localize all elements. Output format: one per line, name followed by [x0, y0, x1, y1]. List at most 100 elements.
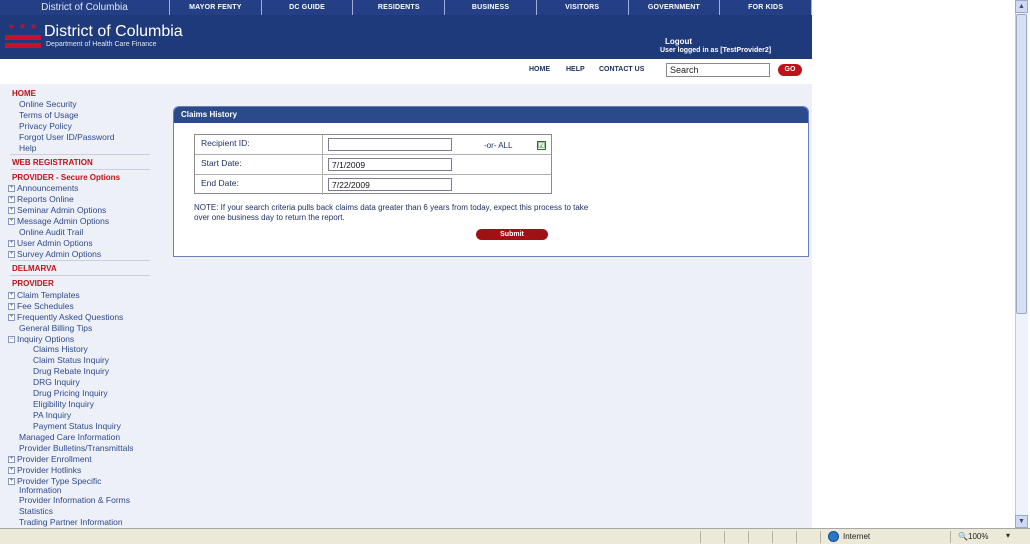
expand-plus-icon[interactable]: +: [8, 185, 15, 193]
sidebar-item-terms-of-usage[interactable]: Terms of Usage: [19, 110, 79, 120]
nav-item-visitors[interactable]: VISITORS: [537, 0, 629, 15]
end-date-label: End Date:: [195, 175, 323, 195]
sidebar-item-forgot-password[interactable]: Forgot User ID/Password: [19, 132, 114, 142]
internet-globe-icon: [828, 531, 839, 542]
sidebar-item-provider-info-forms[interactable]: Provider Information & Forms: [19, 495, 130, 505]
sidebar-item-inquiry-options[interactable]: − Inquiry Options: [8, 334, 74, 344]
expand-plus-icon[interactable]: +: [8, 240, 15, 248]
status-divider: [772, 531, 773, 543]
zoom-dropdown-icon[interactable]: ▾: [1006, 531, 1010, 540]
scroll-down-arrow-icon[interactable]: ▼: [1015, 515, 1028, 528]
sidebar-item-drg-inquiry[interactable]: DRG Inquiry: [33, 377, 80, 387]
sidebar-item-online-security[interactable]: Online Security: [19, 99, 77, 109]
sidebar-item-claim-templates[interactable]: + Claim Templates: [8, 290, 80, 300]
sidebar-item-claim-status-inquiry[interactable]: Claim Status Inquiry: [33, 355, 109, 365]
sidebar-item-message-admin[interactable]: + Message Admin Options: [8, 216, 109, 226]
scroll-up-arrow-icon[interactable]: ▲: [1015, 0, 1028, 13]
search-input[interactable]: [666, 63, 770, 77]
start-date-label: Start Date:: [195, 155, 323, 174]
site-name-link[interactable]: District of Columbia: [0, 0, 170, 15]
sidebar-item-privacy-policy[interactable]: Privacy Policy: [19, 121, 72, 131]
sidebar-item-trading-partner-info[interactable]: Trading Partner Information: [19, 517, 123, 527]
or-all-label: -or- ALL: [484, 141, 513, 150]
expand-plus-icon[interactable]: +: [8, 207, 15, 215]
status-divider: [796, 531, 797, 543]
all-checkbox[interactable]: ☑: [537, 141, 546, 150]
claims-history-form: Recipient ID: -or- ALL ☑ Start Date: End…: [194, 134, 552, 195]
sidebar-item-drug-pricing-inquiry[interactable]: Drug Pricing Inquiry: [33, 388, 108, 398]
expand-plus-icon[interactable]: +: [8, 478, 15, 486]
header-banner: ★ ★ ★ District of Columbia Department of…: [0, 15, 812, 59]
nav-item-government[interactable]: GOVERNMENT: [629, 0, 721, 15]
recipient-id-input[interactable]: [328, 138, 452, 151]
submit-button[interactable]: Submit: [476, 229, 548, 240]
start-date-row: Start Date:: [195, 155, 551, 175]
browser-status-bar: [0, 528, 1030, 544]
sidebar-item-provider-bulletins[interactable]: Provider Bulletins/Transmittals: [19, 443, 133, 453]
sidebar-header-home[interactable]: HOME: [12, 89, 36, 98]
sidebar-item-payment-status-inquiry[interactable]: Payment Status Inquiry: [33, 421, 121, 431]
zoom-magnifier-icon[interactable]: 🔍: [958, 532, 968, 541]
sidebar-item-managed-care-info[interactable]: Managed Care Information: [19, 432, 120, 442]
dc-flag-icon: ★ ★ ★: [5, 23, 41, 51]
sidebar-header-web-registration[interactable]: WEB REGISTRATION: [12, 158, 93, 167]
panel-title: Claims History: [174, 107, 808, 123]
logout-link[interactable]: Logout: [665, 37, 692, 46]
nav-item-mayor-fenty[interactable]: MAYOR FENTY: [170, 0, 262, 15]
search-go-button[interactable]: GO: [778, 64, 802, 76]
expand-plus-icon[interactable]: +: [8, 292, 15, 300]
nav-item-for-kids[interactable]: FOR KIDS: [720, 0, 813, 15]
nav-item-residents[interactable]: RESIDENTS: [353, 0, 446, 15]
status-divider: [700, 531, 701, 543]
org-subtitle: Department of Health Care Finance: [46, 41, 157, 48]
sidebar-item-user-admin[interactable]: + User Admin Options: [8, 238, 93, 248]
sidebar-item-pa-inquiry[interactable]: PA Inquiry: [33, 410, 71, 420]
status-divider: [724, 531, 725, 543]
expand-plus-icon[interactable]: +: [8, 218, 15, 226]
security-zone-label: Internet: [843, 532, 871, 541]
sidebar-item-statistics[interactable]: Statistics: [19, 506, 53, 516]
top-nav-items: MAYOR FENTY DC GUIDE RESIDENTS BUSINESS …: [170, 0, 813, 15]
sidebar-header-provider[interactable]: PROVIDER: [12, 279, 54, 288]
sidebar-item-information[interactable]: Information: [19, 485, 62, 495]
sidebar-item-claims-history[interactable]: Claims History: [33, 344, 88, 354]
expand-plus-icon[interactable]: +: [8, 314, 15, 322]
sidebar-item-announcements[interactable]: + Announcements: [8, 183, 78, 193]
sidebar-item-eligibility-inquiry[interactable]: Eligibility Inquiry: [33, 399, 94, 409]
sidebar-item-provider-hotlinks[interactable]: + Provider Hotlinks: [8, 465, 81, 475]
sidebar-item-help[interactable]: Help: [19, 143, 36, 153]
sidebar-item-fee-schedules[interactable]: + Fee Schedules: [8, 301, 74, 311]
end-date-input[interactable]: [328, 178, 452, 191]
collapse-minus-icon[interactable]: −: [8, 336, 15, 344]
sidebar-divider: [10, 275, 150, 276]
expand-plus-icon[interactable]: +: [8, 467, 15, 475]
scrollbar-thumb[interactable]: [1016, 14, 1027, 314]
top-navigation-bar: District of Columbia MAYOR FENTY DC GUID…: [0, 0, 813, 15]
sidebar-item-general-billing-tips[interactable]: General Billing Tips: [19, 323, 92, 333]
sidebar-item-provider-enrollment[interactable]: + Provider Enrollment: [8, 454, 92, 464]
zoom-level[interactable]: 100%: [968, 532, 988, 541]
start-date-input[interactable]: [328, 158, 452, 171]
sidebar-divider: [10, 154, 150, 155]
sidebar-item-faq[interactable]: + Frequently Asked Questions: [8, 312, 123, 322]
sidebar-header-delmarva[interactable]: DELMARVA: [12, 264, 57, 273]
sidebar-item-drug-rebate-inquiry[interactable]: Drug Rebate Inquiry: [33, 366, 109, 376]
nav-item-dc-guide[interactable]: DC GUIDE: [262, 0, 354, 15]
sidebar-item-seminar-admin[interactable]: + Seminar Admin Options: [8, 205, 106, 215]
sidebar-divider: [10, 169, 150, 170]
status-divider: [820, 531, 821, 543]
help-link[interactable]: HELP: [566, 66, 585, 73]
nav-item-business[interactable]: BUSINESS: [445, 0, 537, 15]
recipient-id-row: Recipient ID: -or- ALL ☑: [195, 135, 551, 155]
sidebar-header-provider-secure[interactable]: PROVIDER - Secure Options: [12, 173, 120, 182]
sidebar-item-reports-online[interactable]: + Reports Online: [8, 194, 74, 204]
expand-plus-icon[interactable]: +: [8, 196, 15, 204]
expand-plus-icon[interactable]: +: [8, 251, 15, 259]
expand-plus-icon[interactable]: +: [8, 303, 15, 311]
expand-plus-icon[interactable]: +: [8, 456, 15, 464]
contact-us-link[interactable]: CONTACT US: [599, 66, 644, 73]
home-link[interactable]: HOME: [529, 66, 550, 73]
sidebar-item-survey-admin[interactable]: + Survey Admin Options: [8, 249, 101, 259]
sidebar-item-online-audit-trail[interactable]: Online Audit Trail: [19, 227, 83, 237]
org-title: District of Columbia: [44, 23, 183, 40]
